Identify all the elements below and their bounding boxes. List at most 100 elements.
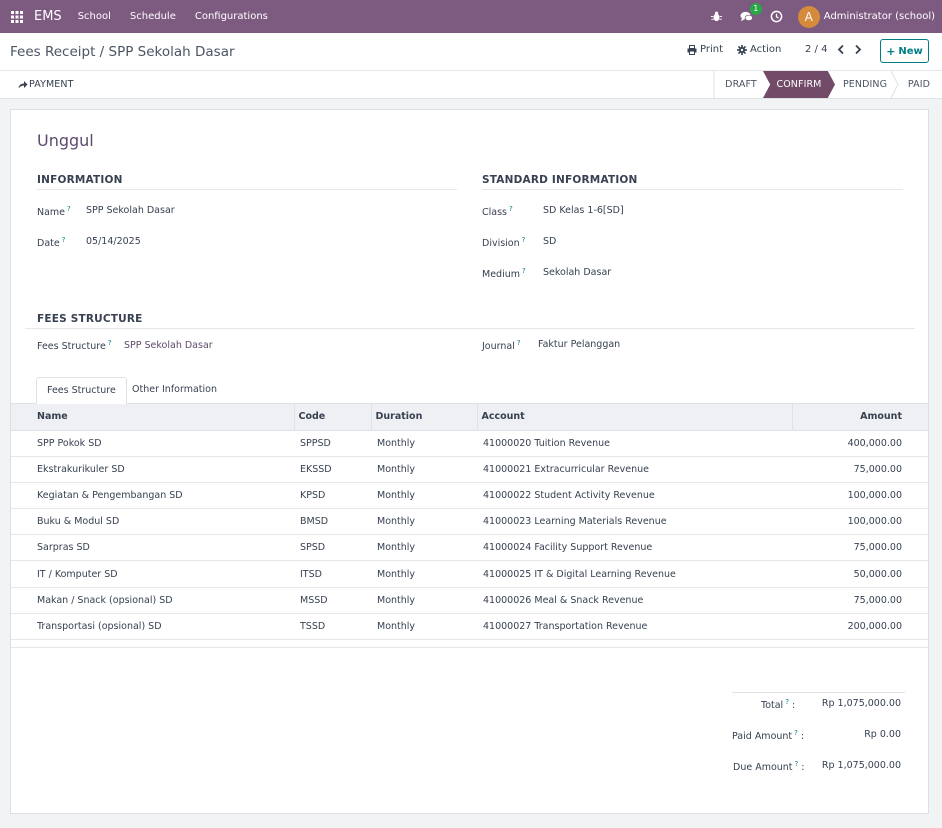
cell-account: 41000022 Student Activity Revenue [477,482,792,510]
paid-amount-label: Paid Amount? : [732,729,805,743]
help-icon[interactable]: ? [522,267,526,275]
cell-name: Kegiatan & Pengembangan SD [11,482,294,510]
cell-code: KPSD [294,482,371,510]
cell-account: 41000024 Facility Support Revenue [477,534,792,562]
pager-next-icon[interactable] [853,44,863,55]
table-header-row: Name Code Duration Account Amount [11,404,928,431]
notebook-tabs: Fees Structure Other Information [11,377,928,404]
totals-divider [732,692,905,693]
table-row[interactable]: IT / Komputer SD ITSD Monthly 41000025 IT &… [11,560,928,588]
cell-amount: 75,000.00 [792,534,928,562]
user-menu[interactable]: Administrator (school) [824,11,935,22]
cell-account: 41000023 Learning Materials Revenue [477,508,792,536]
table-row[interactable]: Ekstrakurikuler SD EKSSD Monthly 41000021 E… [11,456,928,483]
cell-account: 41000020 Tuition Revenue [477,430,792,457]
help-icon[interactable]: ? [517,339,521,347]
bug-icon[interactable] [710,10,724,24]
action-button[interactable]: Action [737,44,781,55]
division-field[interactable]: SD [543,236,556,247]
division-label: Division? [482,236,526,250]
messages-icon[interactable]: 1 [740,2,762,24]
stage-paid[interactable]: PAID [900,71,938,98]
breadcrumb[interactable]: Fees Receipt / SPP Sekolah Dasar [10,44,235,60]
top-navbar: EMS School Schedule Configurations 1 A A… [0,0,942,33]
cell-amount: 75,000.00 [792,456,928,483]
help-icon[interactable]: ? [67,205,71,213]
pager-value[interactable]: 2 / 4 [805,44,827,55]
cell-duration: Monthly [371,456,477,483]
class-field[interactable]: SD Kelas 1-6[SD] [543,205,624,216]
cell-amount: 400,000.00 [792,430,928,457]
due-amount-label: Due Amount? : [733,760,805,774]
cell-name: Ekstrakurikuler SD [11,456,294,483]
help-icon[interactable]: ? [108,339,112,347]
table-row[interactable]: SPP Pokok SD SPPSD Monthly 41000020 Tuition… [11,430,928,457]
cell-duration: Monthly [371,482,477,510]
menu-configurations[interactable]: Configurations [195,11,268,22]
stage-draft[interactable]: DRAFT [715,71,767,98]
share-arrow-icon [18,81,28,89]
help-icon[interactable]: ? [794,729,798,737]
print-button[interactable]: Print [687,44,723,55]
fees-structure-section-title: FEES STRUCTURE [37,313,143,325]
control-panel: Fees Receipt / SPP Sekolah Dasar Print A… [0,33,942,71]
fees-structure-label: Fees Structure? [37,339,112,353]
cell-name: SPP Pokok SD [11,430,294,457]
total-label: Total? : [761,698,796,712]
new-button[interactable]: + New [880,39,929,63]
cell-duration: Monthly [371,430,477,457]
cell-account: 41000021 Extracurricular Revenue [477,456,792,483]
name-field[interactable]: SPP Sekolah Dasar [86,205,175,216]
name-label: Name? [37,205,71,219]
stage-chevron [890,71,899,98]
help-icon[interactable]: ? [62,236,66,244]
cell-account: 41000026 Meal & Snack Revenue [477,587,792,614]
tab-other-information[interactable]: Other Information [122,377,227,404]
new-label: New [898,45,923,57]
cell-account: 41000027 Transportation Revenue [477,613,792,641]
help-icon[interactable]: ? [785,698,789,706]
menu-school[interactable]: School [78,11,111,22]
activity-clock-icon[interactable] [770,10,784,24]
column-code[interactable]: Code [294,404,372,431]
cell-code: SPPSD [294,430,371,457]
cell-duration: Monthly [371,587,477,614]
menu-schedule[interactable]: Schedule [130,11,176,22]
column-account[interactable]: Account [477,404,793,431]
cell-name: Transportasi (opsional) SD [11,613,294,641]
table-row[interactable]: Makan / Snack (opsional) SD MSSD Monthly 41… [11,587,928,614]
standard-divider [482,189,903,190]
help-icon[interactable]: ? [509,205,513,213]
journal-field[interactable]: Faktur Pelanggan [538,339,620,350]
due-amount-value: Rp 1,075,000.00 [821,760,901,771]
apps-menu-icon[interactable] [0,0,34,33]
total-value: Rp 1,075,000.00 [821,698,901,709]
avatar[interactable]: A [797,5,820,28]
table-row[interactable]: Kegiatan & Pengembangan SD KPSD Monthly 410… [11,482,928,510]
medium-field[interactable]: Sekolah Dasar [543,267,611,278]
table-row[interactable]: Transportasi (opsional) SD TSSD Monthly 410… [11,613,928,641]
date-field[interactable]: 05/14/2025 [86,236,141,247]
tab-fees-structure[interactable]: Fees Structure [36,377,127,404]
help-icon[interactable]: ? [522,236,526,244]
payment-button[interactable]: PAYMENT [18,79,74,90]
cell-code: EKSSD [294,456,371,483]
record-title: Unggul [37,131,94,150]
stage-pending[interactable]: PENDING [835,71,895,98]
cell-code: TSSD [294,613,371,641]
table-row[interactable]: Sarpras SD SPSD Monthly 41000024 Facility S… [11,534,928,562]
pager-previous-icon[interactable] [836,44,846,55]
cell-code: MSSD [294,587,371,614]
cell-duration: Monthly [371,613,477,641]
table-row[interactable]: Buku & Modul SD BMSD Monthly 41000023 Learn… [11,508,928,536]
paid-amount-value: Rp 0.00 [864,729,901,740]
stage-confirm[interactable]: CONFIRM [763,71,835,98]
column-amount[interactable]: Amount [792,404,928,431]
payment-label: PAYMENT [29,79,74,90]
help-icon[interactable]: ? [795,760,799,768]
app-brand[interactable]: EMS [34,9,62,24]
fees-structure-field[interactable]: SPP Sekolah Dasar [124,340,213,351]
table-footer-divider [11,647,928,648]
column-duration[interactable]: Duration [371,404,478,431]
column-name[interactable]: Name [11,404,295,431]
